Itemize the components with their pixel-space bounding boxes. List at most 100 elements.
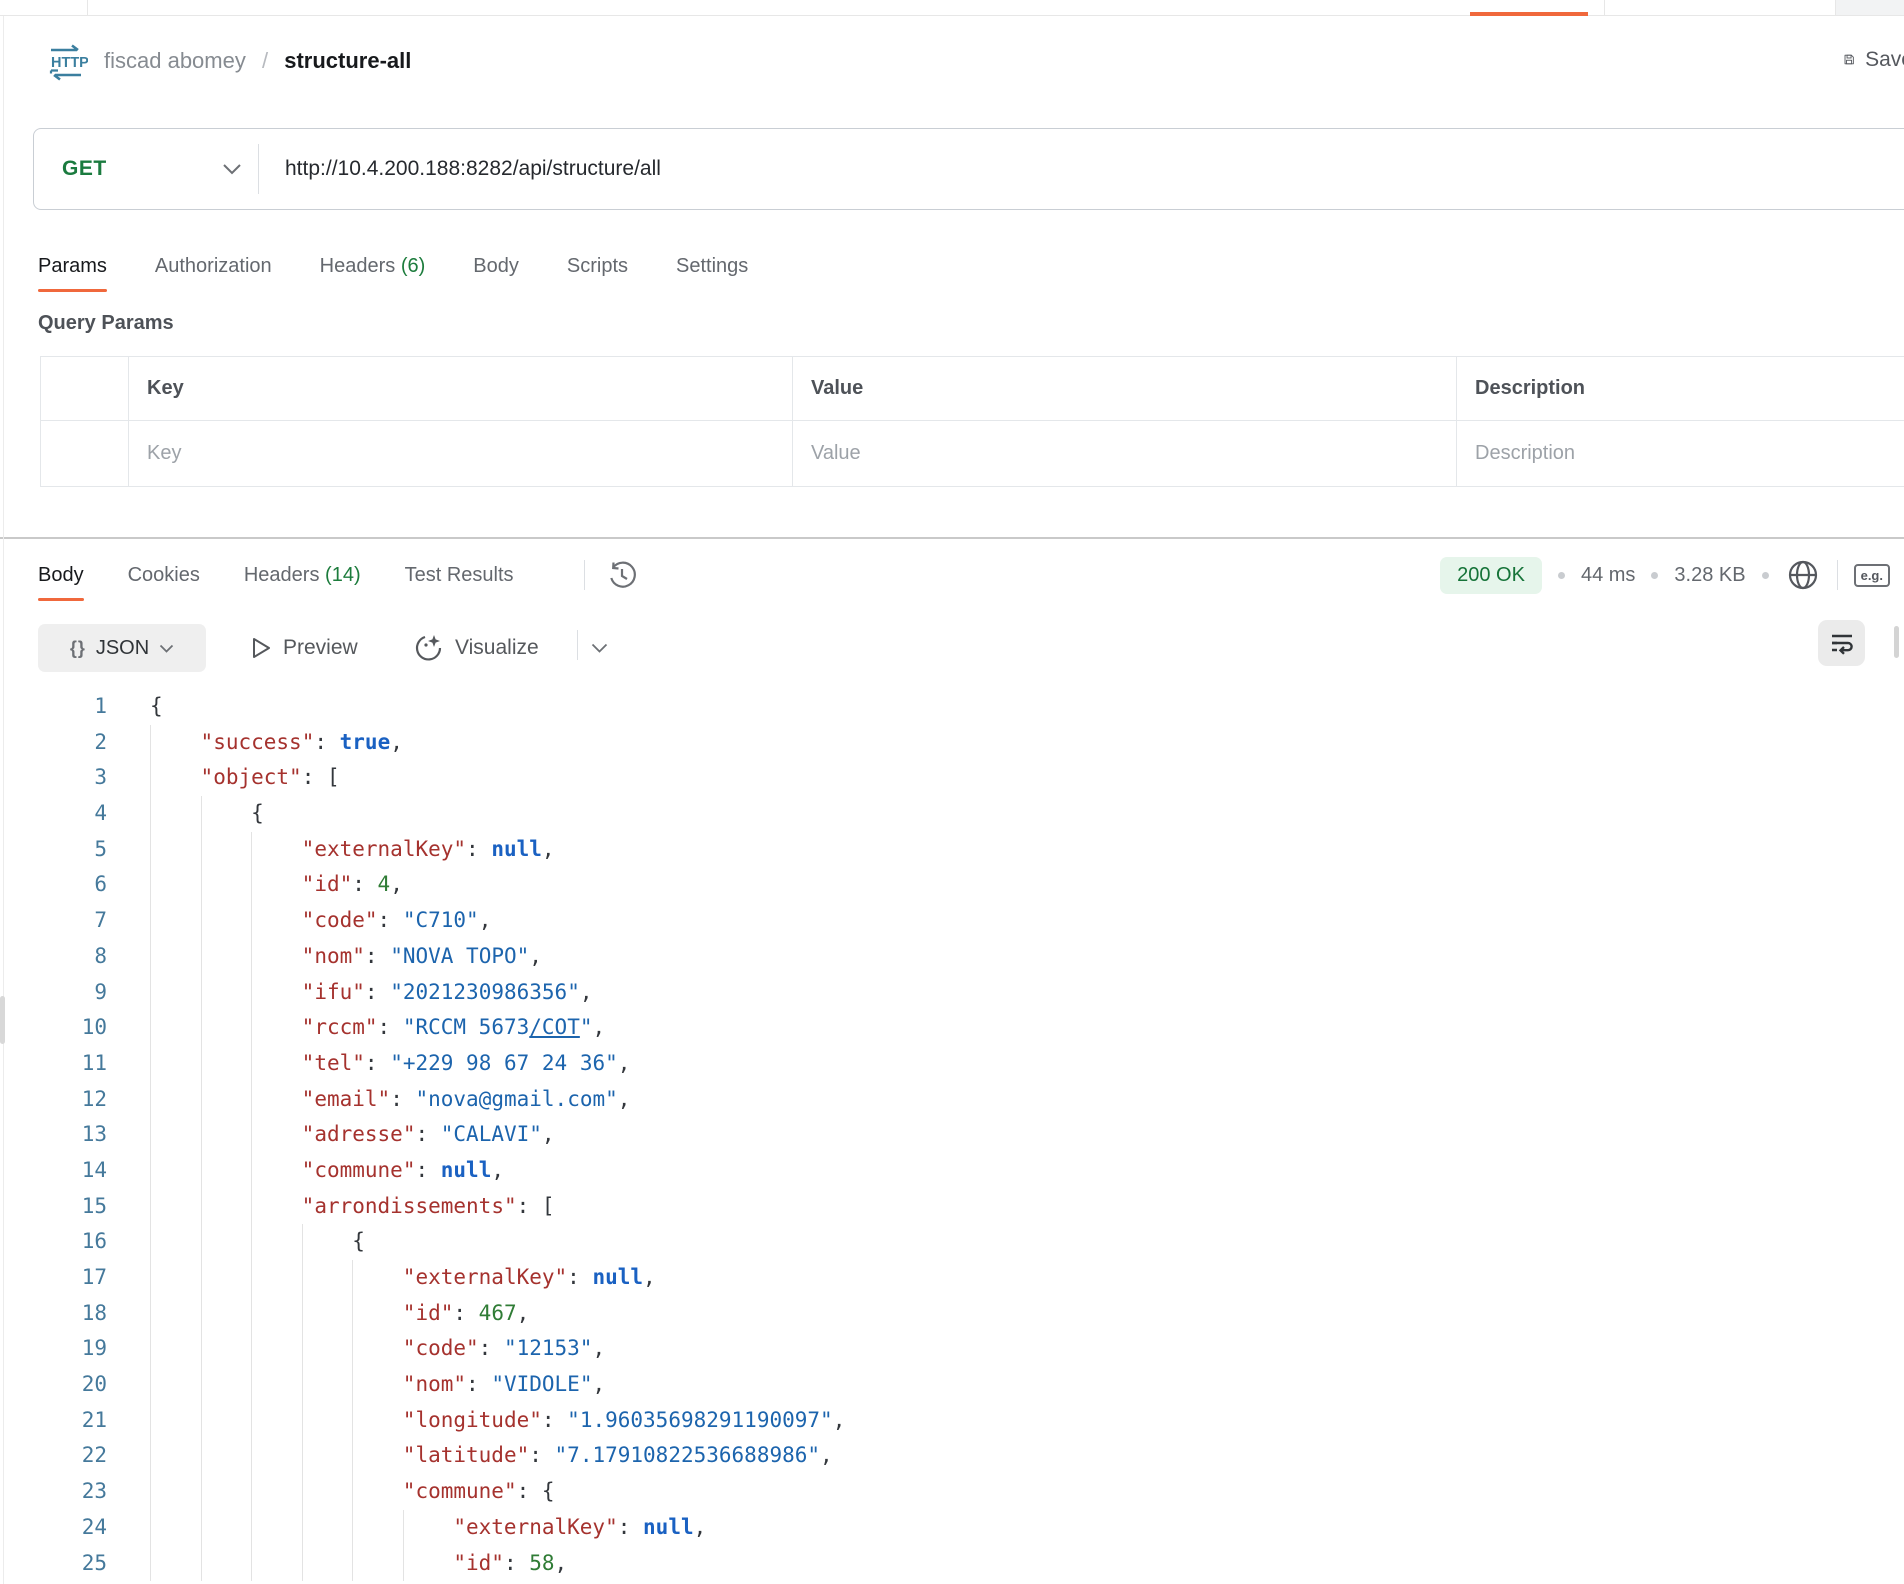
code-line: 7"code": "C710", [0,903,1904,939]
line-number: 21 [0,1403,107,1439]
indent-guide [150,975,151,1011]
pane-divider[interactable] [0,537,1904,539]
breadcrumb: fiscad abomey / structure-all [104,48,411,74]
word-wrap-button[interactable] [1818,620,1865,666]
line-number: 20 [0,1367,107,1403]
example-badge[interactable]: e.g. [1854,564,1890,587]
indent-guide [201,1331,202,1367]
indent-guide [251,1189,252,1225]
code-line: 18"id": 467, [0,1296,1904,1332]
query-params-table: Key Value Description Key Value Descript… [40,356,1904,487]
line-number: 3 [0,760,107,796]
line-number: 18 [0,1296,107,1332]
line-number: 9 [0,975,107,1011]
code-line: 5"externalKey": null, [0,832,1904,868]
indent-guide [150,1403,151,1439]
response-body-json[interactable]: 1{2"success": true,3"object": [4{5"exter… [0,689,1904,1584]
globe-icon[interactable] [1785,557,1821,593]
line-number: 13 [0,1117,107,1153]
indent-guide [150,1153,151,1189]
code-line: 19"code": "12153", [0,1331,1904,1367]
url-bar: GET http://10.4.200.188:8282/api/structu… [33,128,1904,210]
tab-params[interactable]: Params [38,255,107,278]
row-handle-cell [41,357,129,420]
indent-guide [251,1331,252,1367]
tab-settings[interactable]: Settings [676,255,748,278]
indent-guide [150,1474,151,1510]
indent-guide [201,796,202,832]
tab-divider [1604,0,1605,15]
param-description-input[interactable]: Description [1457,421,1904,486]
indent-guide [403,1546,404,1582]
param-value-input[interactable]: Value [793,421,1457,486]
code-line: 3"object": [ [0,760,1904,796]
indent-guide [352,1510,353,1546]
panel-edge [1894,626,1899,658]
indent-guide [251,1082,252,1118]
breadcrumb-collection[interactable]: fiscad abomey [104,48,246,73]
save-icon [1843,46,1855,73]
chevron-down-icon [591,643,608,653]
indent-guide [352,1438,353,1474]
indent-guide [251,1260,252,1296]
indent-guide [251,1474,252,1510]
format-selector[interactable]: {} JSON [38,624,206,672]
tab-headers[interactable]: Headers (6) [320,255,426,278]
indent-guide [302,1224,303,1260]
svg-text:HTTP: HTTP [51,55,88,71]
line-number: 16 [0,1224,107,1260]
code-line: 6"id": 4, [0,867,1904,903]
code-line: 12"email": "nova@gmail.com", [0,1082,1904,1118]
indent-guide [352,1367,353,1403]
visualize-button[interactable]: Visualize [413,624,539,672]
code-line: 14"commune": null, [0,1153,1904,1189]
column-header-key: Key [129,357,793,420]
indent-guide [150,832,151,868]
line-number: 8 [0,939,107,975]
indent-guide [201,867,202,903]
tab-body[interactable]: Body [473,255,519,278]
indent-guide [150,1189,151,1225]
divider [1837,560,1838,590]
indent-guide [251,1046,252,1082]
response-status-row: 200 OK 44 ms 3.28 KB e.g. [0,552,1890,598]
play-icon [250,636,273,660]
indent-guide [201,1082,202,1118]
url-input[interactable]: http://10.4.200.188:8282/api/structure/a… [259,157,1904,181]
code-line: 23"commune": { [0,1474,1904,1510]
indent-guide [251,1438,252,1474]
dot-separator [1762,572,1769,579]
more-formats-chevron[interactable] [591,624,608,672]
code-line: 24"externalKey": null, [0,1510,1904,1546]
chevron-down-icon [222,163,242,175]
code-line: 13"adresse": "CALAVI", [0,1117,1904,1153]
save-button[interactable]: Save [1843,46,1904,73]
tab-divider [1835,0,1836,15]
breadcrumb-request-name: structure-all [284,48,411,73]
indent-guide [302,1546,303,1582]
code-line: 15"arrondissements": [ [0,1189,1904,1225]
request-tabs: Params Authorization Headers (6) Body Sc… [38,240,748,292]
indent-guide [251,832,252,868]
indent-guide [150,1367,151,1403]
breadcrumb-separator: / [262,48,268,73]
indent-guide [150,939,151,975]
indent-guide [352,1331,353,1367]
param-key-input[interactable]: Key [129,421,793,486]
indent-guide [201,1117,202,1153]
tab-strip-empty-area [1835,0,1904,15]
response-size: 3.28 KB [1674,564,1745,587]
method-selector[interactable]: GET [34,129,258,209]
response-format-bar: {} JSON Preview Visualize [0,618,1904,674]
indent-guide [201,1546,202,1582]
preview-button[interactable]: Preview [250,624,358,672]
left-panel-scroll-thumb[interactable] [0,996,5,1044]
tab-authorization[interactable]: Authorization [155,255,272,278]
line-number: 22 [0,1438,107,1474]
headers-count: (6) [401,255,425,277]
indent-guide [150,1010,151,1046]
indent-guide [150,1260,151,1296]
indent-guide [251,1510,252,1546]
tab-scripts[interactable]: Scripts [567,255,628,278]
line-number: 6 [0,867,107,903]
